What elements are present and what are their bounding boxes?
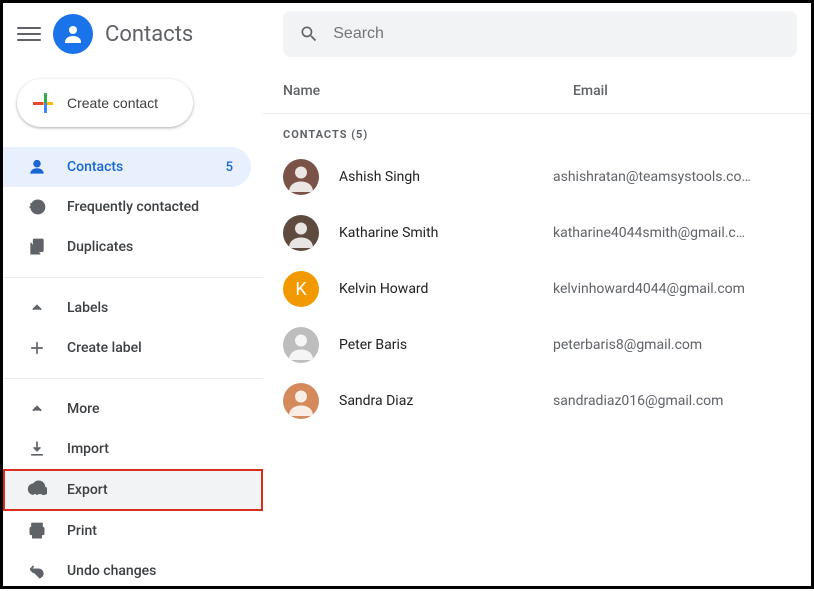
search-icon (299, 24, 319, 44)
person-icon (27, 157, 47, 177)
plus-icon (31, 91, 55, 115)
contact-row[interactable]: Sandra Diazsandradiaz016@gmail.com (263, 373, 811, 429)
sidebar-item-print[interactable]: Print (3, 511, 251, 551)
avatar (283, 215, 319, 251)
chevron-up-icon (27, 399, 47, 419)
sidebar-item-label: Print (67, 523, 233, 539)
avatar (283, 159, 319, 195)
sidebar-item-frequent[interactable]: Frequently contacted (3, 187, 251, 227)
header: Contacts (3, 3, 811, 65)
contact-list: Ashish Singhashishratan@teamsystools.co…… (263, 149, 811, 429)
menu-icon[interactable] (17, 22, 41, 46)
create-contact-button[interactable]: Create contact (17, 79, 193, 127)
sidebar-item-label: Create label (67, 340, 233, 356)
sidebar-item-more[interactable]: More (3, 389, 251, 429)
contact-name: Sandra Diaz (319, 393, 553, 409)
sidebar-item-export[interactable]: Export (3, 469, 263, 511)
contact-row[interactable]: KKelvin Howardkelvinhoward4044@gmail.com (263, 261, 811, 317)
sidebar-item-label: Import (67, 441, 233, 457)
sidebar-item-labels[interactable]: Labels (3, 288, 251, 328)
contact-email: ashishratan@teamsystools.co… (553, 169, 811, 185)
sidebar-item-label: Export (67, 482, 243, 498)
chevron-up-icon (27, 298, 47, 318)
export-icon (27, 480, 47, 500)
history-icon (27, 197, 47, 217)
contact-email: kelvinhoward4044@gmail.com (553, 281, 811, 297)
search-input[interactable] (333, 25, 781, 43)
contact-row[interactable]: Ashish Singhashishratan@teamsystools.co… (263, 149, 811, 205)
sidebar-item-label: Frequently contacted (67, 199, 233, 215)
avatar (283, 327, 319, 363)
sidebar-item-create-label[interactable]: Create label (3, 328, 251, 368)
create-contact-label: Create contact (67, 95, 158, 111)
contact-row[interactable]: Katharine Smithkatharine4044smith@gmail.… (263, 205, 811, 261)
sidebar-item-undo[interactable]: Undo changes (3, 551, 251, 591)
contact-email: sandradiaz016@gmail.com (553, 393, 811, 409)
search-box[interactable] (283, 11, 797, 57)
sidebar-item-label: Contacts (67, 159, 206, 175)
duplicates-icon (27, 237, 47, 257)
contact-name: Kelvin Howard (319, 281, 553, 297)
section-label: CONTACTS (5) (263, 114, 811, 149)
plus-small-icon (27, 338, 47, 358)
app-title: Contacts (105, 22, 193, 47)
sidebar: Create contact Contacts 5 Frequently con… (3, 65, 263, 586)
avatar: K (283, 271, 319, 307)
contact-email: peterbaris8@gmail.com (553, 337, 811, 353)
divider (3, 378, 263, 379)
sidebar-item-contacts[interactable]: Contacts 5 (3, 147, 251, 187)
avatar (283, 383, 319, 419)
sidebar-item-import[interactable]: Import (3, 429, 251, 469)
print-icon (27, 521, 47, 541)
sidebar-item-label: Undo changes (67, 563, 233, 579)
contact-email: katharine4044smith@gmail.c… (553, 225, 811, 241)
divider (3, 277, 263, 278)
sidebar-item-duplicates[interactable]: Duplicates (3, 227, 251, 267)
contacts-logo (53, 14, 93, 54)
contact-row[interactable]: Peter Barispeterbaris8@gmail.com (263, 317, 811, 373)
import-icon (27, 439, 47, 459)
sidebar-item-label: Duplicates (67, 239, 233, 255)
contact-name: Ashish Singh (319, 169, 553, 185)
sidebar-item-label: Labels (67, 300, 233, 316)
sidebar-item-label: More (67, 401, 233, 417)
column-email: Email (573, 83, 811, 99)
column-headers: Name Email (263, 83, 811, 114)
undo-icon (27, 561, 47, 581)
content: Name Email CONTACTS (5) Ashish Singhashi… (263, 65, 811, 586)
contacts-count: 5 (226, 160, 233, 175)
column-name: Name (283, 83, 573, 99)
contact-name: Peter Baris (319, 337, 553, 353)
contact-name: Katharine Smith (319, 225, 553, 241)
